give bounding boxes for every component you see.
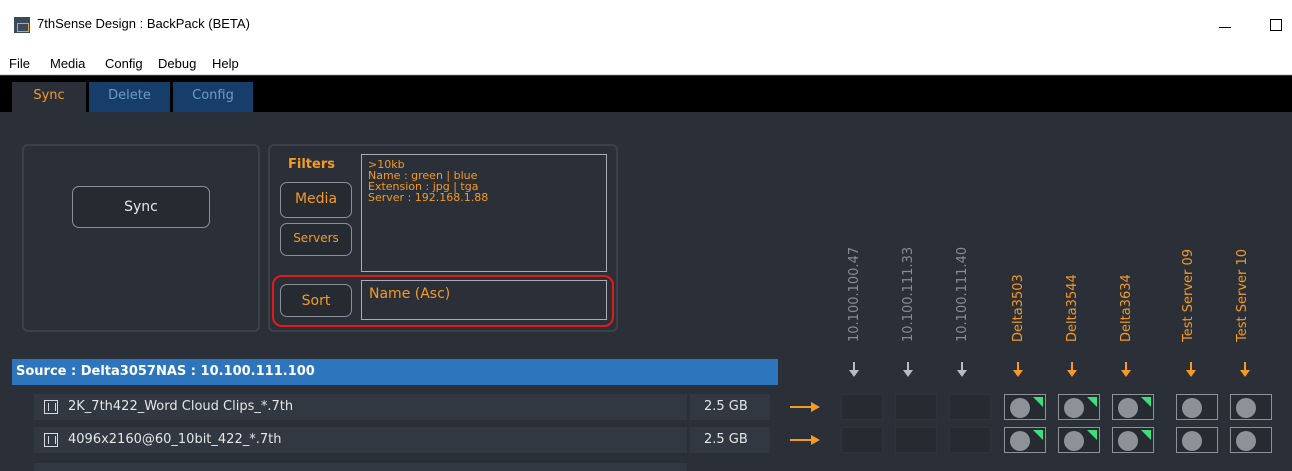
media-filter-button[interactable]: Media bbox=[280, 182, 352, 218]
maximize-icon[interactable] bbox=[1262, 10, 1286, 34]
status-dot-icon bbox=[1182, 398, 1202, 418]
film-icon bbox=[44, 433, 58, 447]
tab-bar: Sync Delete Config bbox=[0, 76, 1292, 112]
status-dot-icon bbox=[1182, 431, 1202, 451]
sync-button[interactable]: Sync bbox=[72, 186, 210, 228]
right-arrow-icon bbox=[790, 402, 822, 412]
sync-cell[interactable] bbox=[895, 394, 937, 420]
sync-cell[interactable] bbox=[1004, 394, 1046, 420]
menu-bar: File Media Config Debug Help bbox=[0, 53, 1292, 75]
tab-delete[interactable]: Delete bbox=[89, 82, 170, 112]
down-arrow-icon bbox=[957, 362, 967, 378]
file-size: 2.5 GB bbox=[690, 394, 770, 420]
window-title: 7thSense Design : BackPack (BETA) bbox=[37, 16, 250, 31]
status-dot-icon bbox=[1010, 398, 1030, 418]
sync-panel bbox=[22, 144, 260, 332]
server-header[interactable]: Delta3634 bbox=[1114, 232, 1138, 342]
filters-summary: >10kb Name : green | blue Extension : jp… bbox=[361, 154, 607, 272]
menu-media[interactable]: Media bbox=[50, 56, 85, 71]
title-bar: 7thSense Design : BackPack (BETA) bbox=[0, 0, 1292, 53]
sync-cell[interactable] bbox=[1230, 427, 1272, 453]
sync-cell[interactable] bbox=[1004, 427, 1046, 453]
file-name: 4096x2160@60_10bit_422_*.7th bbox=[68, 432, 282, 447]
down-arrow-icon bbox=[1013, 362, 1023, 378]
film-icon bbox=[44, 400, 58, 414]
down-arrow-icon bbox=[1186, 362, 1196, 378]
down-arrow-icon bbox=[849, 362, 859, 378]
status-dot-icon bbox=[1236, 398, 1256, 418]
table-row[interactable]: 4096x2160@60_10bit_422_*.7th bbox=[34, 427, 687, 453]
sync-cell[interactable] bbox=[841, 394, 883, 420]
sync-cell[interactable] bbox=[1176, 394, 1218, 420]
synced-corner-icon bbox=[1141, 397, 1151, 407]
down-arrow-icon bbox=[1067, 362, 1077, 378]
status-dot-icon bbox=[1118, 431, 1138, 451]
source-bar[interactable]: Source : Delta3057NAS : 10.100.111.100 bbox=[12, 359, 778, 385]
server-header[interactable]: 10.100.111.33 bbox=[896, 232, 920, 342]
sync-cell[interactable] bbox=[1112, 394, 1154, 420]
menu-help[interactable]: Help bbox=[212, 56, 239, 71]
sync-cell[interactable] bbox=[1176, 427, 1218, 453]
sort-value: Name (Asc) bbox=[361, 280, 607, 320]
menu-debug[interactable]: Debug bbox=[158, 56, 196, 71]
sync-cell[interactable] bbox=[1112, 427, 1154, 453]
status-dot-icon bbox=[1064, 431, 1084, 451]
right-arrow-icon bbox=[790, 435, 822, 445]
sync-cell[interactable] bbox=[1058, 394, 1100, 420]
server-header[interactable]: Delta3544 bbox=[1060, 232, 1084, 342]
status-dot-icon bbox=[1118, 398, 1138, 418]
synced-corner-icon bbox=[1087, 430, 1097, 440]
filters-label: Filters bbox=[288, 157, 335, 172]
sync-cell[interactable] bbox=[949, 394, 991, 420]
status-dot-icon bbox=[1236, 431, 1256, 451]
sync-cell[interactable] bbox=[949, 427, 991, 453]
sync-cell[interactable] bbox=[841, 427, 883, 453]
status-dot-icon bbox=[1010, 431, 1030, 451]
server-header[interactable]: Test Server 09 bbox=[1176, 232, 1200, 342]
sync-cell[interactable] bbox=[895, 427, 937, 453]
server-header[interactable]: Delta3503 bbox=[1006, 232, 1030, 342]
file-name: 2K_7th422_Word Cloud Clips_*.7th bbox=[68, 399, 294, 414]
menu-file[interactable]: File bbox=[9, 56, 30, 71]
sort-button[interactable]: Sort bbox=[280, 284, 352, 317]
table-row[interactable]: 2K_7th422_Word Cloud Clips_*.7th bbox=[34, 394, 687, 420]
filter-line: Server : 192.168.1.88 bbox=[368, 191, 489, 204]
server-header[interactable]: 10.100.111.40 bbox=[950, 232, 974, 342]
servers-filter-button[interactable]: Servers bbox=[280, 223, 352, 256]
sync-cell[interactable] bbox=[1058, 427, 1100, 453]
down-arrow-icon bbox=[1121, 362, 1131, 378]
file-size: 2.5 GB bbox=[690, 427, 770, 453]
table-row[interactable] bbox=[34, 463, 687, 471]
down-arrow-icon bbox=[1240, 362, 1250, 378]
server-header[interactable]: 10.100.100.47 bbox=[842, 232, 866, 342]
synced-corner-icon bbox=[1087, 397, 1097, 407]
minimize-icon[interactable] bbox=[1213, 10, 1237, 34]
app-icon bbox=[14, 17, 30, 33]
synced-corner-icon bbox=[1033, 397, 1043, 407]
sync-cell[interactable] bbox=[1230, 394, 1272, 420]
down-arrow-icon bbox=[903, 362, 913, 378]
synced-corner-icon bbox=[1141, 430, 1151, 440]
tab-sync[interactable]: Sync bbox=[12, 82, 86, 112]
status-dot-icon bbox=[1064, 398, 1084, 418]
synced-corner-icon bbox=[1033, 430, 1043, 440]
menu-config[interactable]: Config bbox=[105, 56, 143, 71]
server-header[interactable]: Test Server 10 bbox=[1230, 232, 1254, 342]
tab-config[interactable]: Config bbox=[173, 82, 253, 112]
